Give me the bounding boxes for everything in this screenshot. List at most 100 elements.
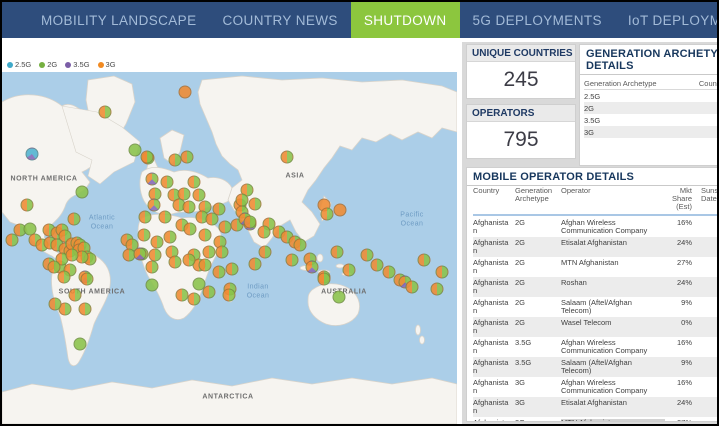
operator-pie-marker[interactable]: [137, 228, 151, 242]
unique-countries-title: UNIQUE COUNTRIES: [467, 45, 575, 62]
operator-pie-marker[interactable]: [20, 198, 34, 212]
op-cell-archetype: 2G: [515, 238, 526, 247]
operator-pie-marker[interactable]: [205, 212, 219, 226]
operator-pie-marker[interactable]: [317, 272, 331, 286]
op-cell-operator: Afghan Wireless Communication Company: [561, 338, 648, 355]
operator-pie-marker[interactable]: [180, 150, 194, 164]
operator-pie-marker[interactable]: [202, 285, 216, 299]
table-row[interactable]: Afghanistan 2G Roshan 24%: [473, 277, 717, 297]
operator-pie-marker[interactable]: [212, 265, 226, 279]
operator-pie-marker[interactable]: [333, 203, 347, 217]
op-cell-mkt_share: 24%: [676, 238, 692, 247]
table-row[interactable]: Afghanistan 3.5G Afghan Wireless Communica…: [473, 337, 717, 357]
table-row[interactable]: Afghanistan 2G Wasel Telecom 0%: [473, 317, 717, 337]
operator-pie-marker[interactable]: [5, 233, 19, 247]
op-cell-country: Afghanistan: [473, 419, 515, 422]
operator-pie-marker[interactable]: [187, 175, 201, 189]
table-row[interactable]: Afghanistan 3.5G Salaam (Aftel/Afghan Tele…: [473, 357, 717, 377]
unique-countries-card: UNIQUE COUNTRIES 245: [467, 45, 575, 98]
dashboard: MOBILITY LANDSCAPE COUNTRY NEWS SHUTDOWN 5G…: [0, 0, 719, 426]
operator-pie-marker[interactable]: [222, 288, 236, 302]
operator-pie-marker[interactable]: [68, 288, 82, 302]
table-row[interactable]: 3.5G1625: [584, 114, 717, 126]
operator-pie-marker[interactable]: [178, 85, 192, 99]
op-cell-archetype: 3G: [515, 419, 561, 422]
operator-pie-marker[interactable]: [67, 212, 81, 226]
mobile-operator-table: Country Generation Archetype Operator Mkt S…: [467, 186, 719, 422]
table-row[interactable]: 2G239683: [584, 102, 717, 114]
nav-tab-country-news[interactable]: COUNTRY NEWS: [210, 2, 351, 38]
operator-pie-marker[interactable]: [75, 185, 89, 199]
operator-pie-marker[interactable]: [370, 258, 384, 272]
operator-pie-marker[interactable]: [248, 257, 262, 271]
legend-item-2g: 2G: [39, 60, 57, 69]
operator-pie-marker[interactable]: [187, 292, 201, 306]
operator-pie-marker[interactable]: [57, 270, 71, 284]
operator-pie-marker[interactable]: [168, 255, 182, 269]
operator-pie-marker[interactable]: [430, 282, 444, 296]
operator-pie-marker[interactable]: [320, 207, 334, 221]
gen-cell: 1: [689, 92, 717, 101]
operator-pie-marker[interactable]: [98, 105, 112, 119]
operator-pie-marker[interactable]: [150, 235, 164, 249]
operator-pie-marker[interactable]: [198, 228, 212, 242]
table-row[interactable]: Afghanistan 2G MTN Afghanistan 27%: [473, 257, 717, 277]
table-row[interactable]: 3G234682: [584, 126, 717, 138]
operator-pie-marker[interactable]: [405, 280, 419, 294]
operator-pie-marker[interactable]: [285, 253, 299, 267]
operator-pie-marker[interactable]: [280, 150, 294, 164]
operator-pie-marker[interactable]: [182, 200, 196, 214]
nav-tab-5g-deployments[interactable]: 5G DEPLOYMENTS: [460, 2, 615, 38]
operator-pie-marker[interactable]: [160, 175, 174, 189]
operator-pie-marker[interactable]: [218, 220, 232, 234]
table-row[interactable]: Afghanistan3GMTN Afghanistan27%: [473, 417, 717, 422]
operator-pie-marker[interactable]: [48, 297, 62, 311]
operator-pie-marker[interactable]: [182, 253, 196, 267]
op-cell-archetype: 3G: [515, 378, 526, 387]
operator-pie-marker[interactable]: [248, 197, 262, 211]
legend-dot-icon: [65, 61, 72, 68]
operator-pie-marker[interactable]: [293, 238, 307, 252]
operator-pie-marker[interactable]: [163, 230, 177, 244]
operator-pie-marker[interactable]: [243, 215, 257, 229]
operator-pie-marker[interactable]: [257, 225, 271, 239]
table-row[interactable]: Afghanistan 2G Salaam (Aftel/Afghan Teleco…: [473, 297, 717, 317]
operator-pie-marker[interactable]: [158, 210, 172, 224]
operator-pie-marker[interactable]: [133, 247, 147, 261]
operator-pie-marker[interactable]: [342, 263, 356, 277]
operator-pie-marker[interactable]: [147, 198, 161, 212]
op-col-header: Sunset Date: [701, 186, 719, 203]
operator-pie-marker[interactable]: [332, 290, 346, 304]
table-row[interactable]: Afghanistan 2G Afghan Wireless Communicati…: [473, 217, 717, 237]
operator-pie-marker[interactable]: [138, 210, 152, 224]
operator-pie-marker[interactable]: [140, 150, 154, 164]
nav-tab-shutdown[interactable]: SHUTDOWN: [350, 2, 460, 38]
operator-pie-marker[interactable]: [258, 245, 272, 259]
operator-pie-marker[interactable]: [225, 262, 239, 276]
operator-pie-marker[interactable]: [330, 245, 344, 259]
nav-tab-mobility-landscape[interactable]: MOBILITY LANDSCAPE: [28, 2, 210, 38]
table-row[interactable]: Afghanistan 3G Afghan Wireless Communicati…: [473, 377, 717, 397]
operator-pie-marker[interactable]: [145, 278, 159, 292]
table-row[interactable]: 2.5G11: [584, 90, 717, 102]
operator-pie-marker[interactable]: [435, 265, 449, 279]
operator-pie-marker[interactable]: [80, 272, 94, 286]
operator-pie-marker[interactable]: [417, 253, 431, 267]
operator-pie-marker[interactable]: [202, 245, 216, 259]
table-row[interactable]: Afghanistan 3G Etisalat Afghanistan 24%: [473, 397, 717, 417]
operator-pie-marker[interactable]: [65, 248, 79, 262]
operator-pie-marker[interactable]: [145, 260, 159, 274]
operator-pie-marker[interactable]: [198, 258, 212, 272]
operator-pie-marker[interactable]: [128, 143, 142, 157]
operator-pie-marker[interactable]: [73, 337, 87, 351]
operator-pie-marker[interactable]: [145, 172, 159, 186]
generation-archetype-panel: GENERATION ARCHETYPE DETAILS Generation …: [580, 45, 717, 165]
operator-pie-marker[interactable]: [215, 245, 229, 259]
operator-pie-marker[interactable]: [183, 222, 197, 236]
operator-pie-marker[interactable]: [25, 147, 39, 161]
table-row[interactable]: Afghanistan 2G Etisalat Afghanistan 24%: [473, 237, 717, 257]
nav-tab-iot-deployments[interactable]: IoT DEPLOYMENTS: [615, 2, 717, 38]
operator-pie-marker[interactable]: [78, 302, 92, 316]
op-cell-country: Afghanistan: [473, 238, 509, 255]
operator-pie-marker[interactable]: [305, 260, 319, 274]
